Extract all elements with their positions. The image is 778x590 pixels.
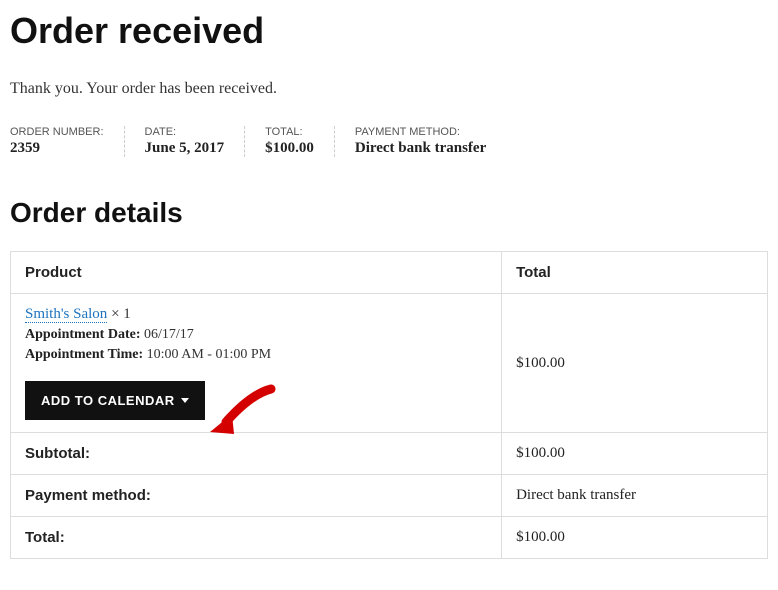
payment-method-value: Direct bank transfer xyxy=(502,475,768,517)
product-qty: × 1 xyxy=(107,306,130,322)
chevron-down-icon xyxy=(181,398,189,403)
appointment-time-label: Appointment Time: xyxy=(25,347,143,362)
add-to-calendar-button[interactable]: ADD TO CALENDAR xyxy=(25,381,205,420)
order-number-label: ORDER NUMBER: xyxy=(10,126,104,138)
grand-total-value: $100.00 xyxy=(502,517,768,559)
total-value: $100.00 xyxy=(265,140,314,157)
payment-method-row: Payment method: Direct bank transfer xyxy=(11,475,768,517)
thank-you-message: Thank you. Your order has been received. xyxy=(10,80,768,98)
payment-value: Direct bank transfer xyxy=(355,140,486,157)
payment-method-label: Payment method: xyxy=(11,475,502,517)
summary-payment: PAYMENT METHOD: Direct bank transfer xyxy=(335,126,506,157)
appointment-date-line: Appointment Date: 06/17/17 xyxy=(25,327,487,343)
order-details-table: Product Total Smith's Salon × 1 Appointm… xyxy=(10,251,768,559)
col-total: Total xyxy=(502,252,768,294)
total-row: Total: $100.00 xyxy=(11,517,768,559)
appointment-date-label: Appointment Date: xyxy=(25,327,141,342)
appointment-date-value: 06/17/17 xyxy=(144,327,194,342)
line-total: $100.00 xyxy=(502,294,768,433)
table-row: Smith's Salon × 1 Appointment Date: 06/1… xyxy=(11,294,768,433)
summary-order-number: ORDER NUMBER: 2359 xyxy=(10,126,125,157)
order-number-value: 2359 xyxy=(10,140,104,157)
appointment-time-value: 10:00 AM - 01:00 PM xyxy=(147,347,271,362)
subtotal-value: $100.00 xyxy=(502,433,768,475)
order-summary: ORDER NUMBER: 2359 DATE: June 5, 2017 TO… xyxy=(10,126,768,157)
order-details-heading: Order details xyxy=(10,197,768,229)
date-label: DATE: xyxy=(145,126,225,138)
summary-date: DATE: June 5, 2017 xyxy=(125,126,246,157)
summary-total: TOTAL: $100.00 xyxy=(245,126,335,157)
product-link[interactable]: Smith's Salon xyxy=(25,306,107,323)
page-title: Order received xyxy=(10,10,768,52)
date-value: June 5, 2017 xyxy=(145,140,225,157)
payment-label: PAYMENT METHOD: xyxy=(355,126,486,138)
col-product: Product xyxy=(11,252,502,294)
table-header-row: Product Total xyxy=(11,252,768,294)
total-label: TOTAL: xyxy=(265,126,314,138)
add-to-calendar-label: ADD TO CALENDAR xyxy=(41,393,175,408)
subtotal-label: Subtotal: xyxy=(11,433,502,475)
subtotal-row: Subtotal: $100.00 xyxy=(11,433,768,475)
product-cell: Smith's Salon × 1 Appointment Date: 06/1… xyxy=(11,294,502,433)
appointment-time-line: Appointment Time: 10:00 AM - 01:00 PM xyxy=(25,347,487,363)
grand-total-label: Total: xyxy=(11,517,502,559)
